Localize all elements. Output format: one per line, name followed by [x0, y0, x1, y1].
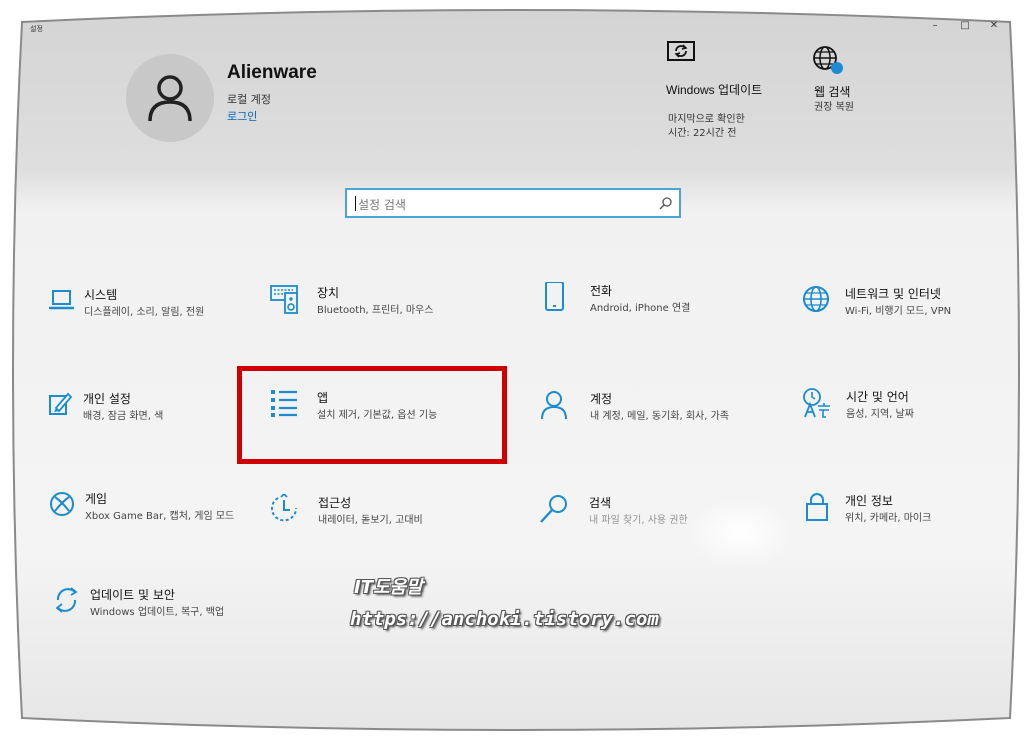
- sign-in-link[interactable]: 로그인: [227, 108, 257, 124]
- account-name: Alienware: [227, 62, 317, 83]
- watermark-title: IT도움말: [354, 577, 423, 598]
- category-desc: 디스플레이, 소리, 알림, 전원: [84, 307, 205, 318]
- category-name: 네트워크 및 인터넷: [845, 287, 941, 301]
- minimize-button[interactable]: –: [928, 20, 942, 32]
- category-devices[interactable]: 장치 Bluetooth, 프린터, 마우스: [270, 284, 490, 354]
- time-language-icon: [802, 388, 832, 418]
- search-placeholder: 설정 검색: [358, 198, 406, 212]
- window-title: 설정: [30, 25, 43, 33]
- category-ease-of-access[interactable]: 접근성 내레이터, 돋보기, 고대비: [270, 494, 490, 564]
- category-desc: 위치, 카메라, 마이크: [845, 513, 932, 524]
- category-accounts[interactable]: 계정 내 계정, 메일, 동기화, 회사, 가족: [540, 390, 760, 460]
- lock-icon: [805, 492, 835, 522]
- category-personalization[interactable]: 개인 설정 배경, 잠금 화면, 색: [48, 390, 268, 460]
- category-desc: Wi-Fi, 비행기 모드, VPN: [845, 306, 952, 317]
- category-name: 장치: [317, 286, 340, 300]
- text-cursor: [355, 196, 356, 211]
- ease-of-access-icon: [270, 494, 300, 524]
- windows-update-time: 시간: 22시간 전: [668, 128, 737, 139]
- settings-search-input[interactable]: 설정 검색: [345, 188, 681, 218]
- category-desc: 음성, 지역, 날짜: [846, 409, 914, 420]
- category-name: 개인 정보: [845, 494, 893, 508]
- category-network[interactable]: 네트워크 및 인터넷 Wi-Fi, 비행기 모드, VPN: [802, 285, 1022, 355]
- person-icon: [147, 74, 193, 122]
- category-desc: Xbox Game Bar, 캡처, 게임 모드: [85, 511, 235, 522]
- phone-icon: [542, 282, 572, 312]
- web-search-sub: 권장 복원: [814, 102, 854, 113]
- category-desc: 내레이터, 돋보기, 고대비: [318, 515, 423, 526]
- maximize-button[interactable]: □: [958, 20, 972, 32]
- category-name: 검색: [589, 496, 612, 510]
- windows-update-status: 마지막으로 확인한: [668, 114, 745, 125]
- category-desc: Windows 업데이트, 복구, 백업: [90, 607, 225, 618]
- person-icon: [540, 390, 570, 420]
- watermark-url: https://anchoki.tistory.com: [350, 608, 659, 630]
- category-name: 개인 설정: [83, 392, 131, 406]
- category-phone[interactable]: 전화 Android, iPhone 연결: [542, 282, 762, 352]
- category-desc: 배경, 잠금 화면, 색: [83, 411, 164, 422]
- category-name: 전화: [590, 284, 613, 298]
- update-icon: [54, 586, 84, 616]
- category-name: 시간 및 언어: [846, 390, 909, 404]
- globe-icon: [802, 285, 832, 315]
- category-search[interactable]: 검색 내 파일 찾기, 사용 권한: [540, 494, 760, 564]
- category-time-language[interactable]: 시간 및 언어 음성, 지역, 날짜: [802, 388, 1022, 458]
- category-name: 시스템: [84, 288, 118, 302]
- windows-update-title: Windows 업데이트: [666, 83, 763, 97]
- web-search-title: 웹 검색: [814, 85, 851, 99]
- apps-highlight-box: [237, 366, 507, 464]
- magnifier-icon[interactable]: [659, 196, 673, 210]
- category-name: 업데이트 및 보안: [90, 588, 175, 602]
- account-type: 로컬 계정: [227, 93, 271, 106]
- category-name: 게임: [85, 492, 108, 506]
- category-name: 계정: [590, 392, 613, 406]
- close-button[interactable]: ✕: [987, 20, 1001, 32]
- search-icon: [540, 494, 570, 524]
- keyboard-speaker-icon: [270, 284, 300, 314]
- category-gaming[interactable]: 게임 Xbox Game Bar, 캡처, 게임 모드: [50, 490, 270, 560]
- category-update-security[interactable]: 업데이트 및 보안 Windows 업데이트, 복구, 백업: [54, 586, 274, 656]
- category-name: 접근성: [318, 496, 352, 510]
- laptop-icon: [48, 286, 78, 316]
- category-desc: Android, iPhone 연결: [590, 303, 691, 314]
- xbox-icon: [50, 490, 80, 520]
- category-system[interactable]: 시스템 디스플레이, 소리, 알림, 전원: [48, 286, 268, 356]
- avatar[interactable]: [126, 54, 214, 142]
- paint-icon: [48, 390, 78, 420]
- category-desc: Bluetooth, 프린터, 마우스: [317, 305, 434, 316]
- category-desc: 내 계정, 메일, 동기화, 회사, 가족: [590, 411, 730, 422]
- sync-icon: [666, 40, 698, 66]
- globe-icon: [812, 44, 846, 76]
- category-desc: 내 파일 찾기, 사용 권한: [589, 515, 688, 526]
- category-privacy[interactable]: 개인 정보 위치, 카메라, 마이크: [805, 492, 1025, 562]
